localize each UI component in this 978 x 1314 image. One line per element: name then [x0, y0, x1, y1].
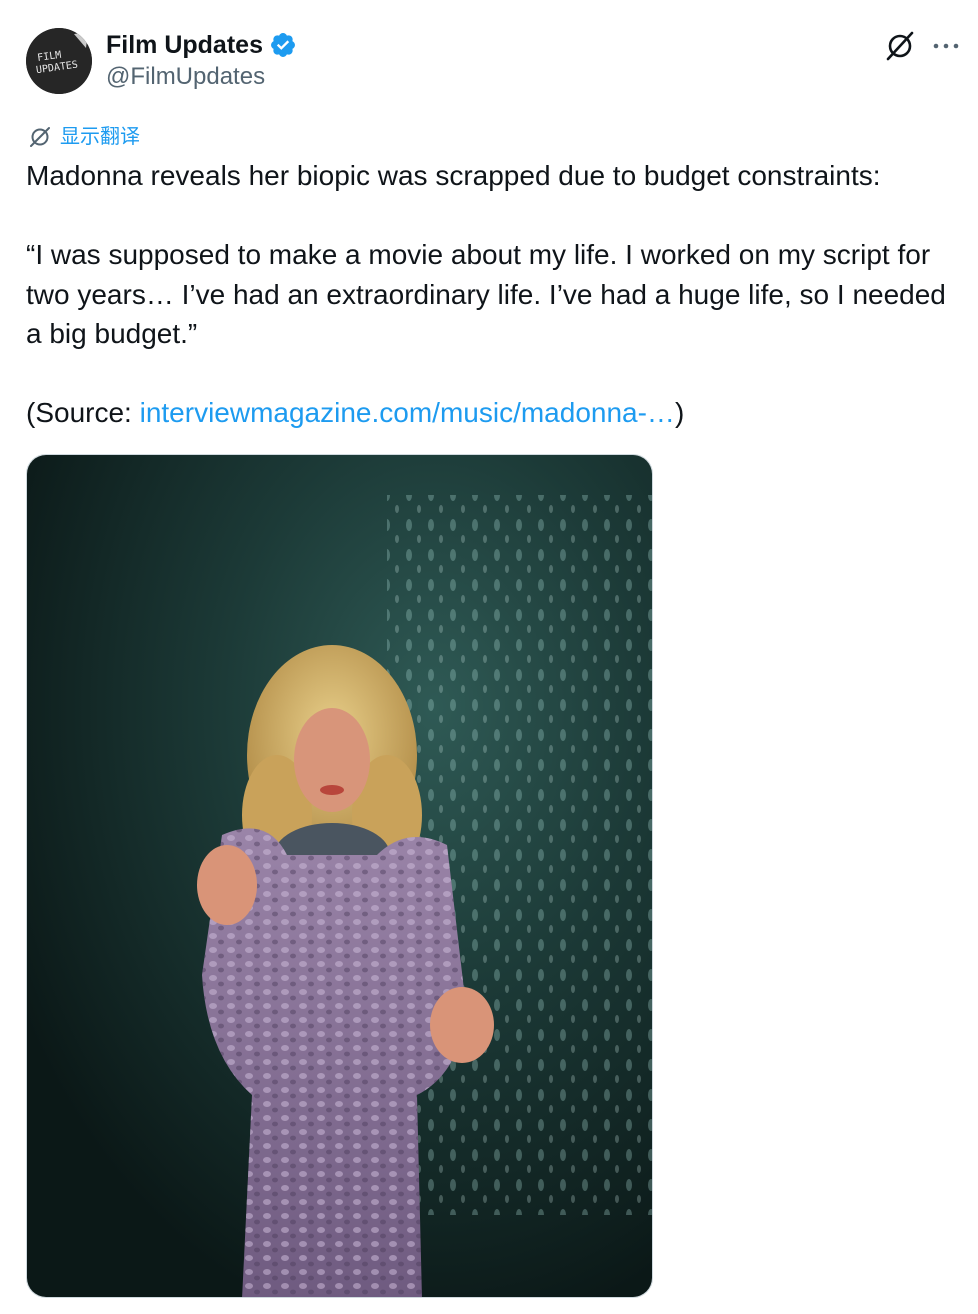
tweet-quote: “I was supposed to make a movie about my… — [26, 239, 954, 349]
source-prefix: (Source: — [26, 397, 140, 428]
tweet-line-1: Madonna reveals her biopic was scrapped … — [26, 160, 881, 191]
source-suffix: ) — [674, 397, 685, 428]
more-options-button[interactable] — [930, 30, 962, 62]
author-name-row[interactable]: Film Updates — [106, 30, 297, 60]
show-translation-link[interactable]: 显示翻译 — [28, 124, 140, 150]
avatar[interactable]: FILM UPDATES — [26, 28, 92, 94]
display-name[interactable]: Film Updates — [106, 30, 263, 60]
tweet-photo[interactable] — [26, 454, 653, 1298]
translate-label[interactable]: 显示翻译 — [60, 124, 140, 150]
tweet-source: (Source: interviewmagazine.com/music/mad… — [26, 393, 966, 433]
translate-icon — [30, 127, 50, 147]
verified-badge-icon — [271, 33, 295, 57]
author-handle[interactable]: @FilmUpdates — [106, 63, 265, 91]
grok-button[interactable] — [884, 30, 916, 62]
tweet: FILM UPDATES Film Updates @FilmUpdates 显… — [0, 0, 978, 1314]
more-icon — [933, 43, 959, 49]
film-updates-logo: FILM UPDATES — [26, 28, 92, 94]
grok-icon — [886, 31, 914, 61]
photo-woman-behind-glass — [27, 455, 652, 1297]
tweet-text: Madonna reveals her biopic was scrapped … — [26, 156, 966, 433]
source-link[interactable]: interviewmagazine.com/music/madonna-… — [140, 397, 675, 428]
